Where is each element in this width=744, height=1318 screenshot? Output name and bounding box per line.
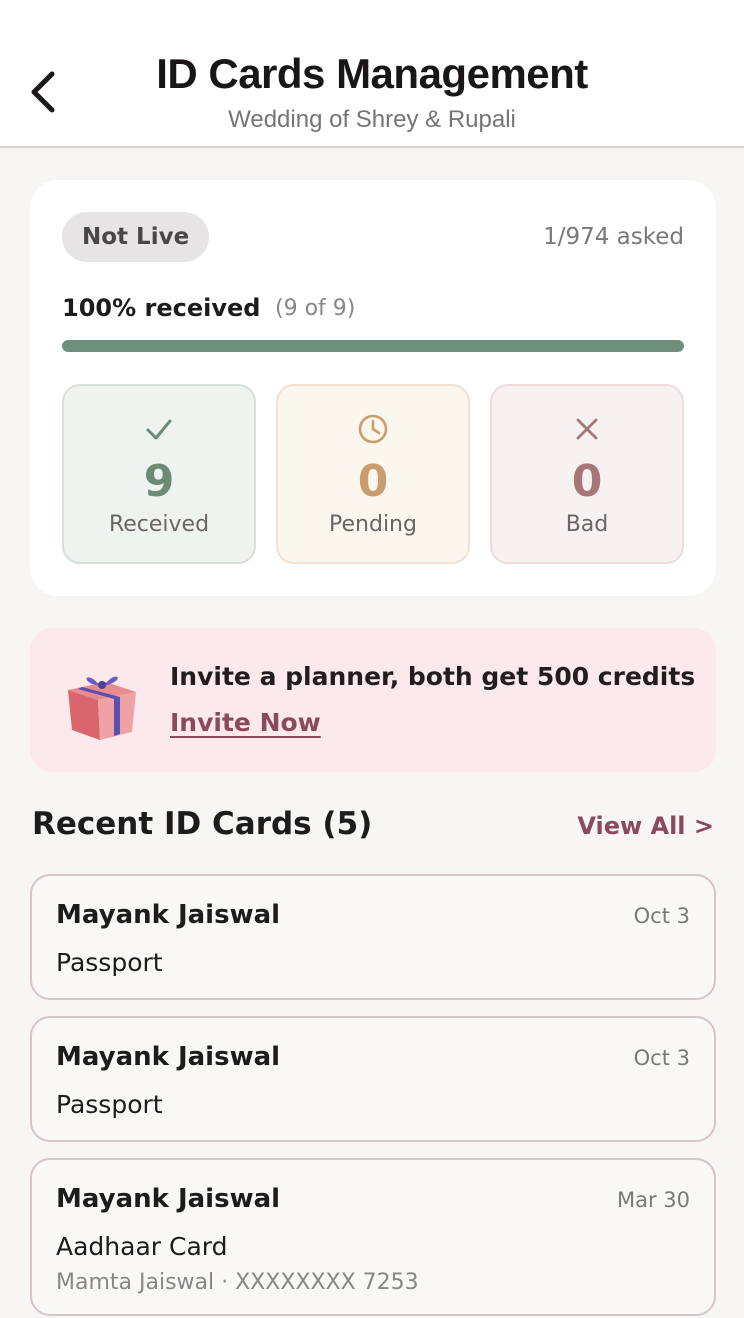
card-date: Oct 3 [633,904,690,928]
card-date: Mar 30 [616,1188,690,1212]
summary-card: Not Live 1/974 asked 100% received (9 of… [30,180,716,596]
page-subtitle: Wedding of Shrey & Rupali [228,106,516,133]
card-document-type: Passport [56,948,163,977]
stat-bad[interactable]: 0 Bad [490,384,684,564]
card-holder-name: Mayank Jaiswal [56,900,281,930]
stat-value: 0 [357,456,389,507]
status-badge: Not Live [62,212,210,262]
progress-bar [62,340,684,352]
list-item[interactable]: Mayank Jaiswal Mar 30 Aadhaar Card Mamta… [30,1158,716,1316]
stat-label: Received [108,512,210,537]
card-date: Oct 3 [633,1046,690,1070]
stat-label: Pending [329,512,417,537]
card-document-type: Aadhaar Card [56,1232,228,1261]
asked-count: 1/974 asked [543,224,684,250]
invite-now-link[interactable]: Invite Now [170,708,321,737]
stat-pending[interactable]: 0 Pending [276,384,470,564]
referral-text: Invite a planner, both get 500 credits [170,662,696,691]
check-icon [64,412,254,452]
card-holder-name: Mayank Jaiswal [56,1042,281,1072]
list-item[interactable]: Mayank Jaiswal Oct 3 Passport [30,874,716,1000]
card-details: Mamta Jaiswal · XXXXXXXX 7253 [56,1270,419,1295]
stat-value: 9 [143,456,175,507]
app-header: ID Cards Management Wedding of Shrey & R… [0,0,744,148]
progress-bar-fill [62,340,684,352]
clock-icon [278,412,468,452]
stat-received[interactable]: 9 Received [62,384,256,564]
page-title: ID Cards Management [156,50,588,97]
stat-value: 0 [571,456,603,507]
stat-label: Bad [565,512,609,537]
card-holder-name: Mayank Jaiswal [56,1184,281,1214]
list-item[interactable]: Mayank Jaiswal Oct 3 Passport [30,1016,716,1142]
gift-icon [62,664,142,744]
view-all-link[interactable]: View All > [577,812,714,840]
card-document-type: Passport [56,1090,163,1119]
referral-banner: Invite a planner, both get 500 credits I… [30,628,716,772]
progress-count: (9 of 9) [275,296,356,321]
progress-label: 100% received [62,294,261,322]
recent-section-title: Recent ID Cards (5) [32,806,373,842]
x-icon [492,412,682,452]
